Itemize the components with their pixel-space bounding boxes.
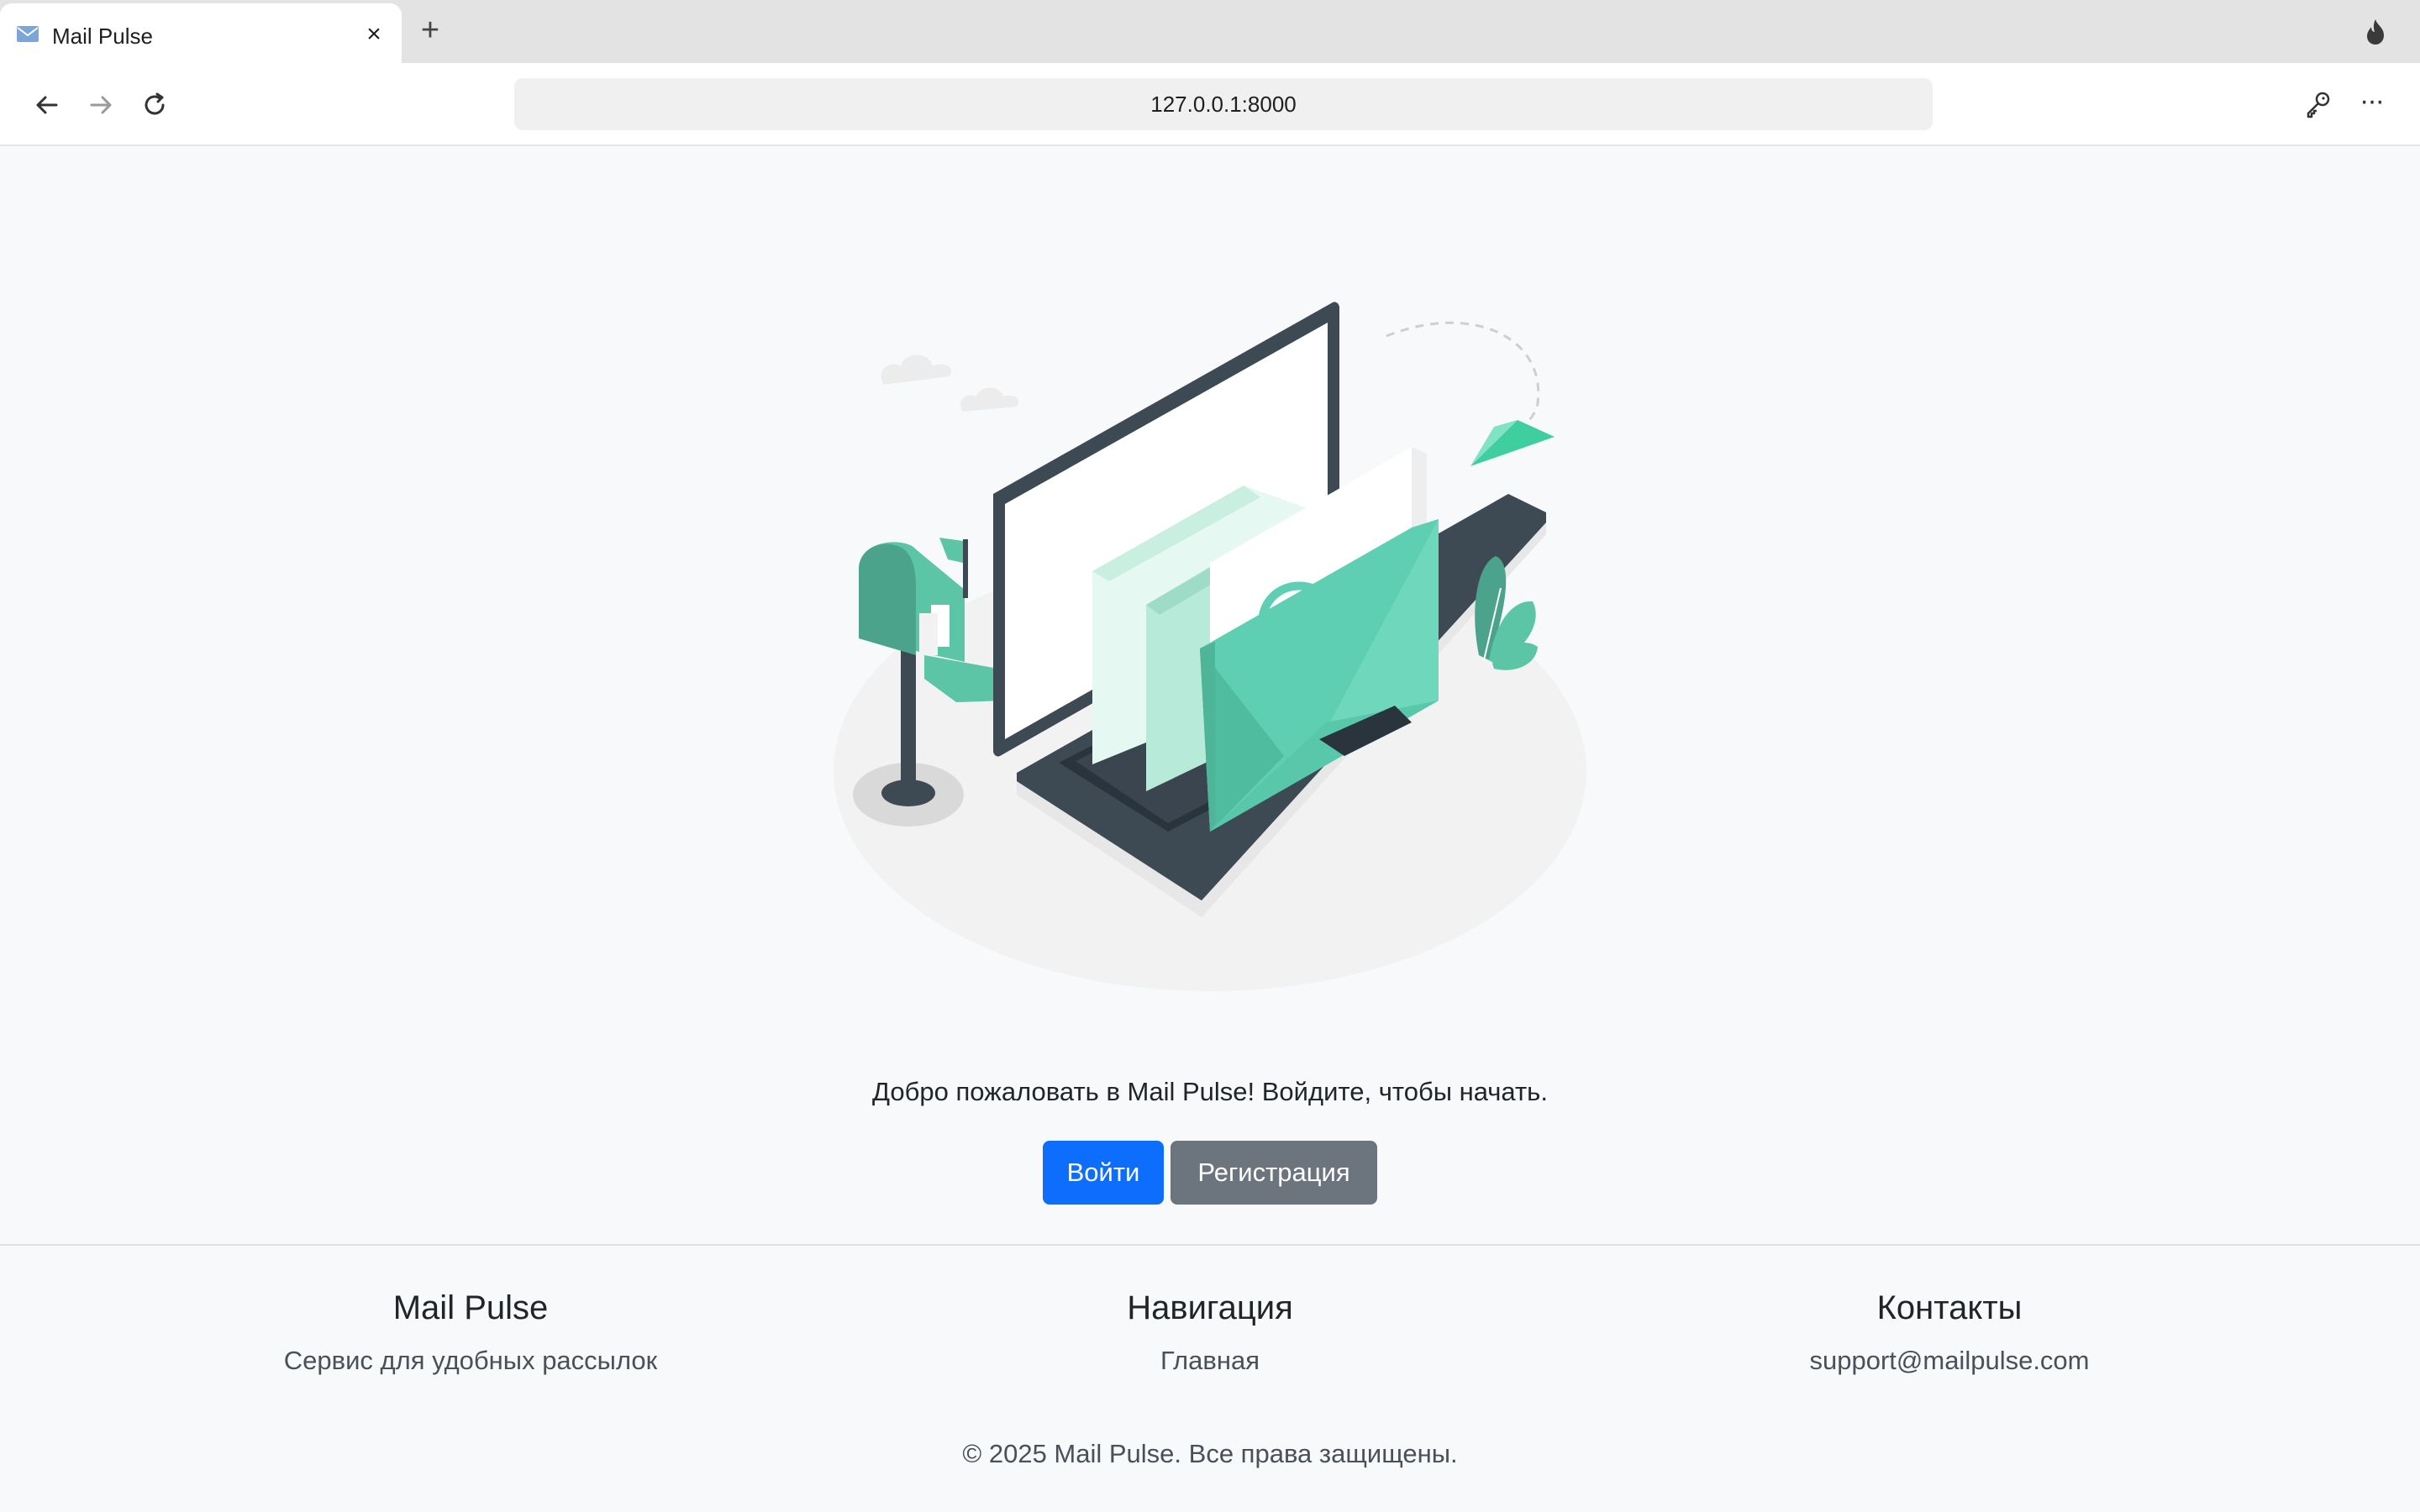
close-tab-icon[interactable]: ×: [360, 20, 388, 49]
footer-navigation-column: Навигация Главная: [840, 1289, 1580, 1376]
url-text: 127.0.0.1:8000: [1150, 92, 1297, 117]
footer-copyright: © 2025 Mail Pulse. Все права защищены.: [962, 1439, 1458, 1468]
browser-tab-bar: Mail Pulse × +: [0, 0, 2420, 63]
register-button[interactable]: Регистрация: [1171, 1141, 1377, 1205]
browser-toolbar: 127.0.0.1:8000 ···: [0, 63, 2420, 146]
login-button[interactable]: Войти: [1043, 1141, 1164, 1205]
back-button[interactable]: [29, 87, 66, 123]
reload-icon: [145, 92, 165, 115]
footer-contacts-column: Контакты support@mailpulse.com: [1580, 1289, 2319, 1376]
footer-navigation-title: Навигация: [1127, 1289, 1293, 1326]
footer-brand-column: Mail Pulse Сервис для удобных рассылок: [101, 1289, 840, 1376]
arrow-left-icon: [36, 96, 58, 114]
footer-brand-description: Сервис для удобных рассылок: [283, 1346, 658, 1375]
footer-email-link[interactable]: support@mailpulse.com: [1810, 1346, 2090, 1375]
welcome-message: Добро пожаловать в Mail Pulse! Войдите, …: [872, 1077, 1548, 1106]
footer-home-link[interactable]: Главная: [1160, 1346, 1260, 1375]
footer-contacts-title: Контакты: [1876, 1289, 2023, 1326]
key-icon[interactable]: [2301, 88, 2334, 122]
page-footer: Mail Pulse Сервис для удобных рассылок Н…: [0, 1244, 2420, 1512]
arrow-right-icon: [90, 96, 112, 114]
envelope-favicon-icon: [17, 26, 39, 42]
new-tab-button[interactable]: +: [415, 14, 445, 46]
forward-button[interactable]: [82, 87, 119, 123]
auth-buttons: Войти Регистрация: [0, 1141, 2420, 1205]
footer-brand-title: Mail Pulse: [392, 1289, 549, 1326]
browser-tab[interactable]: Mail Pulse ×: [0, 3, 402, 63]
tab-title: Mail Pulse: [52, 24, 153, 49]
flame-icon[interactable]: [2363, 18, 2388, 45]
address-bar[interactable]: 127.0.0.1:8000: [514, 78, 1933, 130]
reload-button[interactable]: [136, 87, 173, 123]
more-menu-button[interactable]: ···: [2354, 87, 2388, 122]
email-laptop-illustration: @: [834, 302, 1586, 991]
